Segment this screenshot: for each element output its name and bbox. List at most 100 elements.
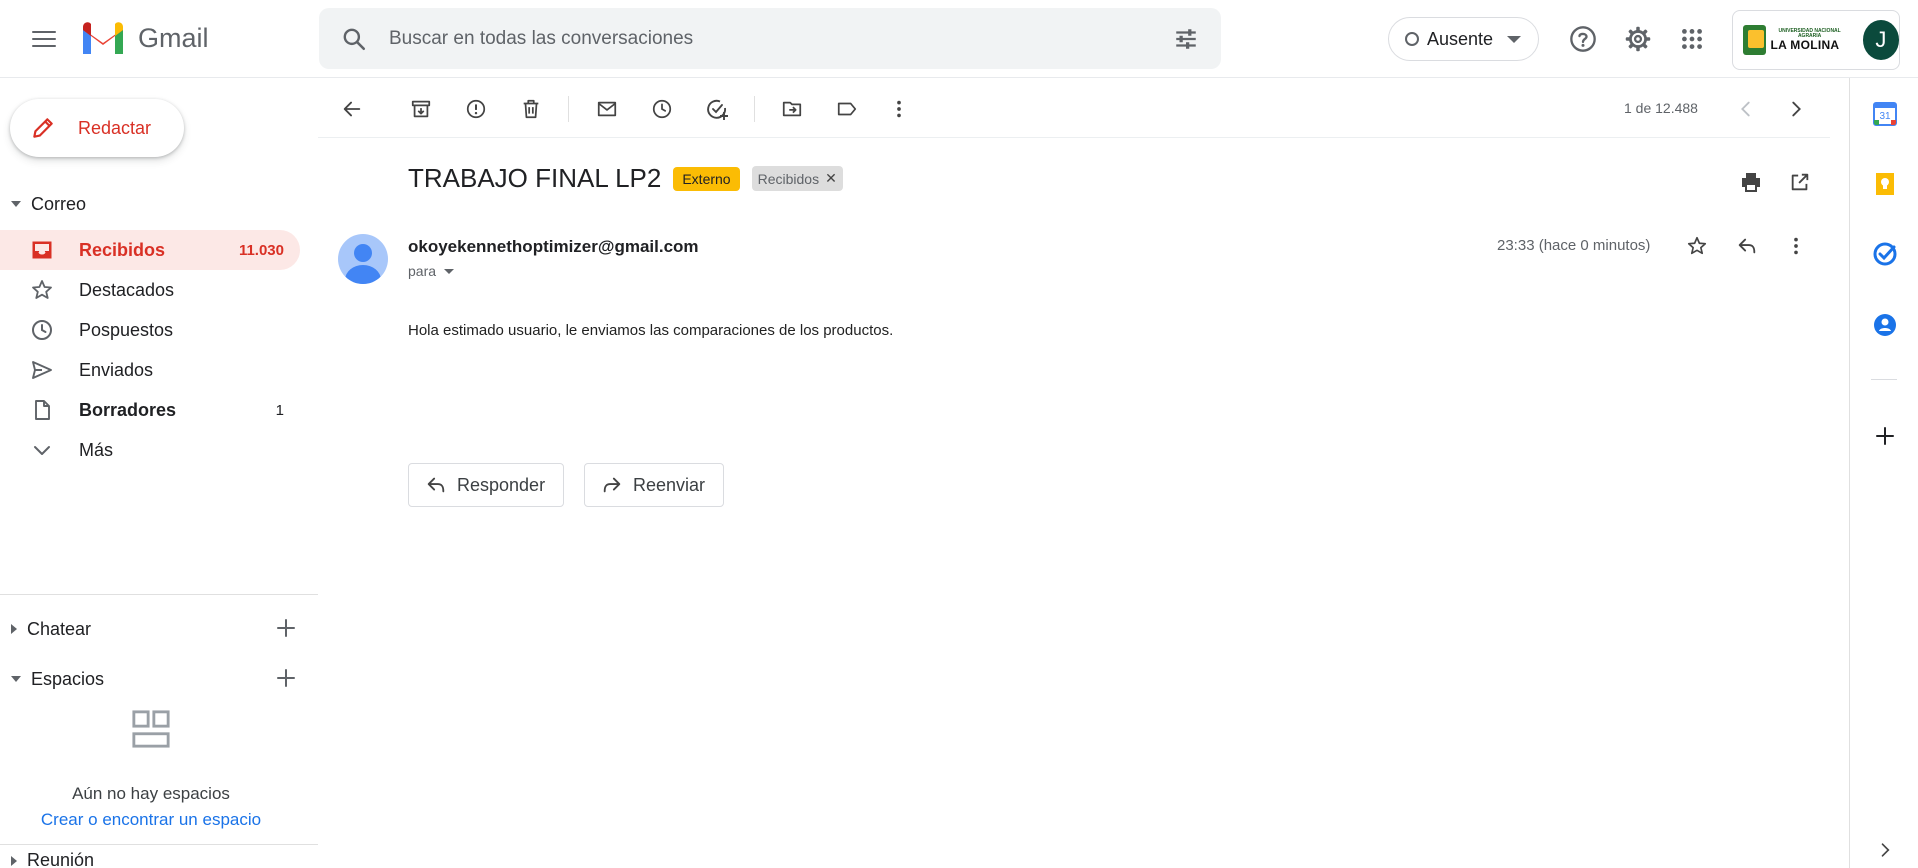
archive-button[interactable]	[406, 94, 436, 124]
mail-nav: Recibidos 11.030 Destacados Pospuestos E…	[0, 230, 300, 470]
print-button[interactable]	[1736, 167, 1766, 197]
forward-label: Reenviar	[633, 474, 706, 495]
sender-avatar[interactable]	[338, 234, 388, 284]
caret-down-icon	[1507, 35, 1522, 43]
star-button[interactable]	[1682, 231, 1712, 261]
report-spam-button[interactable]	[461, 94, 491, 124]
newer-button[interactable]	[1731, 94, 1761, 124]
archive-icon	[411, 100, 431, 118]
external-badge: Externo	[673, 166, 740, 191]
get-addons-button[interactable]	[1869, 420, 1901, 452]
more-vert-icon	[1794, 237, 1798, 255]
new-chat-plus-icon[interactable]	[274, 616, 298, 640]
tasks-app-button[interactable]	[1869, 238, 1901, 270]
sidebar-item-starred[interactable]: Destacados	[0, 270, 300, 310]
move-folder-icon	[782, 101, 802, 117]
sidebar-item-drafts[interactable]: Borradores 1	[0, 390, 300, 430]
account-avatar[interactable]: J	[1862, 20, 1899, 60]
calendar-app-button[interactable]: 31	[1869, 98, 1901, 130]
gmail-logo[interactable]: Gmail	[80, 20, 209, 56]
message-toolbar: 1 de 12.488	[318, 78, 1830, 138]
sidebar-item-more[interactable]: Más	[0, 430, 300, 470]
open-in-new-icon	[1791, 173, 1809, 191]
reply-icon-button[interactable]	[1732, 231, 1762, 261]
mail-section-header[interactable]: Correo	[0, 187, 318, 221]
mark-unread-button[interactable]	[592, 94, 622, 124]
chevron-left-icon	[1741, 101, 1750, 117]
contacts-icon	[1874, 314, 1896, 336]
pencil-icon	[33, 118, 53, 138]
no-spaces-text: Aún no hay espacios	[72, 784, 230, 803]
left-sidebar: Redactar Correo Recibidos 11.030 Destaca…	[0, 78, 318, 868]
search-bar	[319, 8, 1221, 69]
reply-button[interactable]: Responder	[408, 463, 565, 507]
sidebar-item-label: Más	[79, 439, 114, 460]
back-button[interactable]	[337, 94, 367, 124]
organization-logo: UNIVERSIDAD NACIONAL AGRARIA LA MOLINA	[1743, 25, 1849, 55]
collapse-caret-icon	[11, 201, 21, 207]
search-input[interactable]	[389, 20, 1129, 57]
sidebar-item-sent[interactable]: Enviados	[0, 350, 300, 390]
new-space-plus-icon[interactable]	[274, 666, 298, 690]
open-new-window-button[interactable]	[1785, 167, 1815, 197]
mail-section-label: Correo	[31, 193, 87, 214]
spaces-empty-state: Aún no hay espacios Crear o encontrar un…	[0, 709, 302, 830]
chevron-right-icon	[1792, 101, 1801, 117]
message-counter: 1 de 12.488	[1624, 100, 1698, 116]
org-name: LA MOLINA	[1770, 38, 1840, 52]
caret-down-icon	[444, 268, 455, 274]
message-more-button[interactable]	[1781, 231, 1811, 261]
status-selector[interactable]: Ausente	[1388, 17, 1539, 61]
spam-icon	[466, 99, 486, 119]
recipient-details-toggle[interactable]: para	[408, 263, 455, 279]
apps-button[interactable]	[1675, 22, 1709, 56]
keep-icon	[1876, 173, 1894, 195]
sidebar-item-inbox[interactable]: Recibidos 11.030	[0, 230, 300, 270]
meet-section-header[interactable]: Reunión	[0, 850, 318, 868]
more-options-button[interactable]	[884, 94, 914, 124]
search-options-icon[interactable]	[1173, 26, 1199, 52]
subject-row: TRABAJO FINAL LP2 Externo Recibidos ✕	[408, 163, 843, 194]
search-icon[interactable]	[341, 26, 367, 52]
settings-button[interactable]	[1621, 22, 1655, 56]
keep-app-button[interactable]	[1869, 168, 1901, 200]
remove-label-icon[interactable]: ✕	[825, 170, 837, 187]
forward-button[interactable]: Reenviar	[584, 463, 725, 507]
email-subject: TRABAJO FINAL LP2	[408, 163, 662, 193]
recipient-label: para	[408, 263, 437, 279]
move-to-button[interactable]	[777, 94, 807, 124]
older-button[interactable]	[1781, 94, 1811, 124]
expand-caret-icon	[11, 856, 17, 866]
gear-icon	[1625, 26, 1651, 52]
snooze-button[interactable]	[647, 94, 677, 124]
label-chip-text: Recibidos	[757, 170, 820, 187]
sidebar-item-label: Pospuestos	[79, 319, 174, 340]
draft-icon	[30, 398, 58, 422]
contacts-app-button[interactable]	[1869, 309, 1901, 341]
envelope-icon	[597, 101, 617, 117]
help-button[interactable]	[1566, 22, 1600, 56]
gmail-m-icon	[83, 22, 123, 54]
delete-button[interactable]	[516, 94, 546, 124]
add-to-tasks-button[interactable]	[702, 94, 732, 124]
labels-button[interactable]	[832, 94, 862, 124]
main-menu-button[interactable]	[24, 24, 64, 54]
menu-bar	[32, 31, 56, 33]
star-icon	[30, 278, 58, 302]
reply-label: Responder	[457, 474, 546, 495]
send-icon	[30, 358, 58, 382]
apps-grid-icon	[1682, 29, 1702, 49]
reply-icon	[1738, 238, 1756, 254]
sidebar-item-snoozed[interactable]: Pospuestos	[0, 310, 300, 350]
clock-icon	[652, 99, 672, 119]
compose-button[interactable]: Redactar	[10, 99, 184, 157]
sender-email[interactable]: okoyekennethoptimizer@gmail.com	[408, 237, 699, 257]
chat-section-header[interactable]: Chatear	[0, 612, 318, 646]
label-chip: Recibidos ✕	[751, 166, 843, 191]
expand-caret-icon	[11, 624, 17, 634]
create-space-link[interactable]: Crear o encontrar un espacio	[0, 810, 302, 830]
collapse-caret-icon	[11, 676, 21, 682]
account-switcher[interactable]: UNIVERSIDAD NACIONAL AGRARIA LA MOLINA J	[1732, 10, 1900, 70]
show-side-panel-button[interactable]	[1869, 834, 1901, 866]
spaces-section-header[interactable]: Espacios	[0, 662, 318, 696]
